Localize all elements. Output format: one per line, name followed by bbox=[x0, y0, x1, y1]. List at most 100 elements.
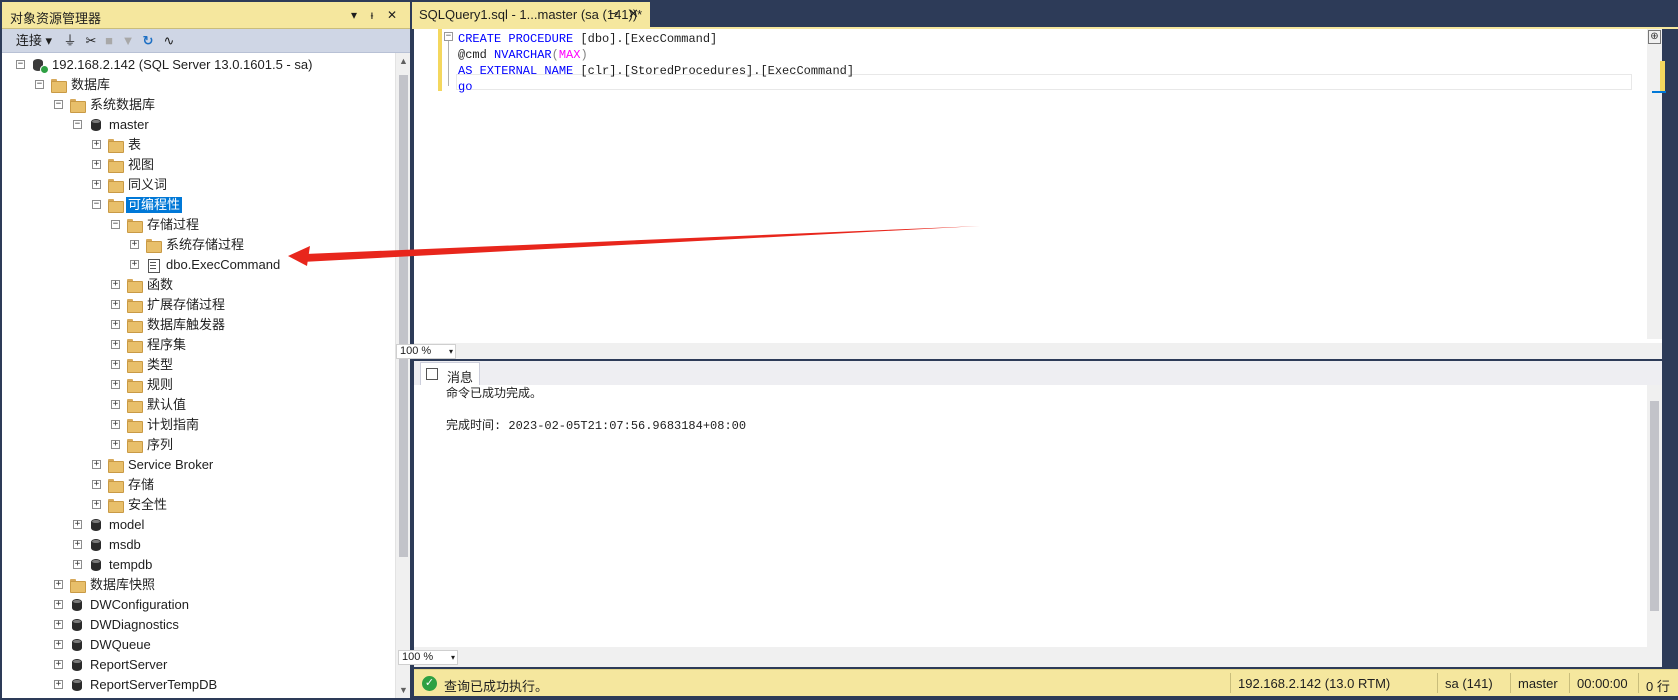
tree-node-label[interactable]: DWDiagnostics bbox=[88, 617, 181, 633]
expand-icon[interactable]: + bbox=[92, 460, 101, 469]
tree-node-label[interactable]: ReportServerTempDB bbox=[88, 677, 219, 693]
expand-icon[interactable]: + bbox=[111, 400, 120, 409]
dropdown-icon[interactable]: ▾ bbox=[346, 7, 362, 23]
tree-node-label[interactable]: 同义词 bbox=[126, 177, 169, 193]
tree-node-label[interactable]: msdb bbox=[107, 537, 143, 553]
code-line[interactable]: @cmd NVARCHAR(MAX) bbox=[458, 47, 588, 63]
expand-icon[interactable]: + bbox=[92, 180, 101, 189]
tree-node[interactable]: − 数据库 bbox=[2, 75, 395, 95]
stop-icon[interactable]: ■ bbox=[102, 32, 116, 50]
scrollbar-thumb[interactable] bbox=[399, 75, 408, 557]
tree-node[interactable]: + 表 bbox=[2, 135, 395, 155]
tree-node[interactable]: + tempdb bbox=[2, 555, 395, 575]
tree-node-label[interactable]: 计划指南 bbox=[145, 417, 201, 433]
tree-node-label[interactable]: 安全性 bbox=[126, 497, 169, 513]
tree-node-label[interactable]: 192.168.2.142 (SQL Server 13.0.1601.5 - … bbox=[50, 57, 314, 73]
expand-icon[interactable]: + bbox=[111, 420, 120, 429]
tree-node-label[interactable]: 默认值 bbox=[145, 397, 188, 413]
expand-icon[interactable]: + bbox=[54, 620, 63, 629]
tab-pin-icon[interactable]: ⊸ bbox=[609, 7, 618, 20]
editor-horizontal-scrollbar[interactable]: 100 % ▾ bbox=[396, 343, 1662, 359]
activity-monitor-icon[interactable]: ∿ bbox=[160, 32, 178, 50]
tree-node[interactable]: + 规则 bbox=[2, 375, 395, 395]
expand-icon[interactable]: + bbox=[73, 560, 82, 569]
expand-icon[interactable]: + bbox=[92, 500, 101, 509]
collapse-icon[interactable]: − bbox=[73, 120, 82, 129]
collapse-icon[interactable]: − bbox=[111, 220, 120, 229]
tree-node-label[interactable]: 数据库 bbox=[69, 77, 112, 93]
filter-icon[interactable]: ▼ bbox=[120, 32, 136, 50]
collapse-icon[interactable]: − bbox=[92, 200, 101, 209]
tree-node[interactable]: − master bbox=[2, 115, 395, 135]
collapse-icon[interactable]: − bbox=[54, 100, 63, 109]
tree-node[interactable]: + 系统存储过程 bbox=[2, 235, 395, 255]
tree-node-label[interactable]: ReportServer bbox=[88, 657, 169, 673]
expand-icon[interactable]: + bbox=[73, 540, 82, 549]
code-line[interactable]: AS EXTERNAL NAME [clr].[StoredProcedures… bbox=[458, 63, 854, 79]
editor-zoom-select[interactable]: 100 % ▾ bbox=[396, 344, 456, 359]
expand-icon[interactable]: + bbox=[130, 240, 139, 249]
tree-node-label[interactable]: 函数 bbox=[145, 277, 175, 293]
collapse-icon[interactable]: − bbox=[16, 60, 25, 69]
expand-icon[interactable]: + bbox=[92, 140, 101, 149]
messages-scrollbar[interactable] bbox=[1647, 385, 1662, 647]
tree-node-label[interactable]: model bbox=[107, 517, 146, 533]
expand-icon[interactable]: + bbox=[130, 260, 139, 269]
tab-close-icon[interactable]: ✕ bbox=[628, 6, 639, 22]
expand-icon[interactable]: + bbox=[73, 520, 82, 529]
tree-node[interactable]: + dbo.ExecCommand bbox=[2, 255, 395, 275]
tree-node-label[interactable]: 可编程性 bbox=[126, 197, 183, 213]
expand-icon[interactable]: + bbox=[54, 680, 63, 689]
expand-icon[interactable]: + bbox=[54, 660, 63, 669]
expand-icon[interactable]: + bbox=[111, 380, 120, 389]
tree-node[interactable]: + 函数 bbox=[2, 275, 395, 295]
disconnect-icon[interactable]: ✂ bbox=[82, 32, 100, 50]
collapse-icon[interactable]: − bbox=[35, 80, 44, 89]
expand-icon[interactable]: + bbox=[111, 340, 120, 349]
code-line[interactable]: go bbox=[458, 79, 472, 95]
tree-node[interactable]: + 数据库触发器 bbox=[2, 315, 395, 335]
document-tab[interactable]: SQLQuery1.sql - 1...master (sa (141))* ⊸… bbox=[412, 2, 650, 27]
tree-node-label[interactable]: 表 bbox=[126, 137, 143, 153]
tree-node[interactable]: + DWDiagnostics bbox=[2, 615, 395, 635]
code-line[interactable]: CREATE PROCEDURE [dbo].[ExecCommand] bbox=[458, 31, 717, 47]
expand-icon[interactable]: + bbox=[92, 160, 101, 169]
tree-node[interactable]: + 同义词 bbox=[2, 175, 395, 195]
expand-icon[interactable]: + bbox=[54, 580, 63, 589]
results-zoom-select[interactable]: 100 % ▾ bbox=[398, 650, 458, 665]
tree-node-label[interactable]: Service Broker bbox=[126, 457, 215, 473]
tree-node[interactable]: + 类型 bbox=[2, 355, 395, 375]
tree-node-label[interactable]: 扩展存储过程 bbox=[145, 297, 227, 313]
tree-node-label[interactable]: DWConfiguration bbox=[88, 597, 191, 613]
tree-node[interactable]: + DWConfiguration bbox=[2, 595, 395, 615]
tree-node-label[interactable]: 视图 bbox=[126, 157, 156, 173]
messages-pane[interactable]: 命令已成功完成。 完成时间: 2023-02-05T21:07:56.968318… bbox=[414, 385, 1662, 647]
tree-node-label[interactable]: dbo.ExecCommand bbox=[164, 257, 282, 273]
tree-node[interactable]: + model bbox=[2, 515, 395, 535]
connect-plug-icon[interactable]: ⏚ bbox=[62, 32, 78, 50]
split-window-icon[interactable]: ⊕ bbox=[1648, 30, 1661, 44]
expand-icon[interactable]: + bbox=[54, 640, 63, 649]
scrollbar-thumb[interactable] bbox=[1650, 401, 1659, 611]
expand-icon[interactable]: + bbox=[92, 480, 101, 489]
pin-icon[interactable]: ᵻ bbox=[364, 7, 380, 23]
tree-node-label[interactable]: 类型 bbox=[145, 357, 175, 373]
refresh-icon[interactable]: ↻ bbox=[140, 32, 156, 50]
tree-node-label[interactable]: 序列 bbox=[145, 437, 175, 453]
tree-node[interactable]: − 192.168.2.142 (SQL Server 13.0.1601.5 -… bbox=[2, 55, 395, 75]
expand-icon[interactable]: + bbox=[54, 600, 63, 609]
expand-icon[interactable]: + bbox=[111, 300, 120, 309]
tree-node[interactable]: + 序列 bbox=[2, 435, 395, 455]
tree-node[interactable]: + 安全性 bbox=[2, 495, 395, 515]
tree-node-label[interactable]: 规则 bbox=[145, 377, 175, 393]
tree-node-label[interactable]: 数据库触发器 bbox=[145, 317, 227, 333]
expand-icon[interactable]: + bbox=[111, 320, 120, 329]
tree-node[interactable]: + 默认值 bbox=[2, 395, 395, 415]
tree-node-label[interactable]: 存储 bbox=[126, 477, 156, 493]
tree-node-label[interactable]: tempdb bbox=[107, 557, 154, 573]
scroll-down-icon[interactable]: ▼ bbox=[396, 682, 411, 698]
connect-button[interactable]: 连接 ▾ bbox=[12, 32, 56, 50]
tree-node-label[interactable]: 系统数据库 bbox=[88, 97, 157, 113]
expand-icon[interactable]: + bbox=[111, 440, 120, 449]
expand-icon[interactable]: + bbox=[111, 280, 120, 289]
